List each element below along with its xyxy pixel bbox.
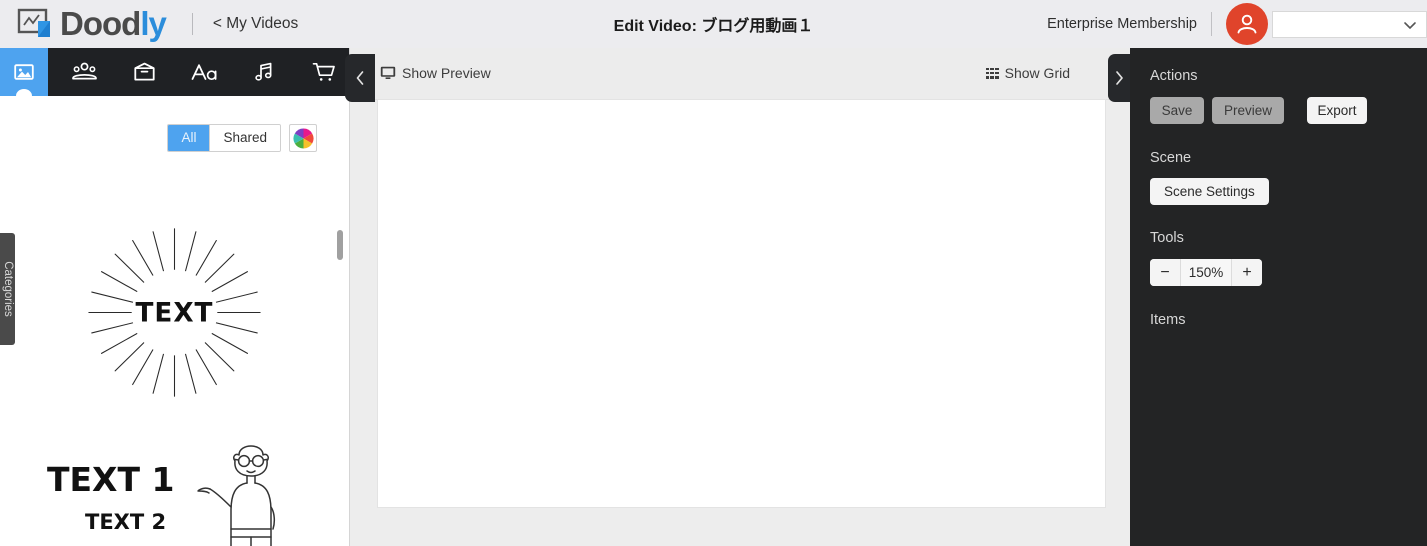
text-aa-icon bbox=[191, 64, 217, 81]
tab-strip-gap bbox=[168, 48, 180, 96]
chevron-left-icon bbox=[356, 71, 364, 85]
doodly-logo-text: Doodly bbox=[60, 5, 167, 43]
library-tab-music[interactable] bbox=[240, 48, 288, 96]
show-grid-label: Show Grid bbox=[1004, 65, 1070, 81]
shopping-cart-icon bbox=[312, 62, 335, 81]
show-preview-label: Show Preview bbox=[402, 65, 491, 81]
list-item[interactable]: TEXT bbox=[77, 223, 272, 403]
monitor-icon bbox=[380, 66, 396, 79]
svg-text:TEXT 2: TEXT 2 bbox=[85, 510, 166, 534]
avatar[interactable] bbox=[1226, 3, 1268, 45]
library-tab-images[interactable] bbox=[0, 48, 48, 96]
scene-settings-button[interactable]: Scene Settings bbox=[1150, 178, 1269, 205]
chevron-down-icon bbox=[1404, 21, 1416, 29]
user-avatar-icon bbox=[1237, 14, 1257, 34]
svg-text:TEXT 1: TEXT 1 bbox=[47, 460, 174, 499]
music-note-icon bbox=[255, 62, 272, 81]
library-tab-characters[interactable] bbox=[60, 48, 108, 96]
filter-option-all[interactable]: All bbox=[168, 125, 210, 151]
zoom-stepper: − 150% + bbox=[1150, 259, 1262, 286]
color-wheel-icon bbox=[293, 128, 313, 148]
library-asset-list: TEXT TEXT 1 TEXT 2 bbox=[15, 158, 335, 546]
people-group-icon bbox=[71, 62, 97, 80]
save-button[interactable]: Save bbox=[1150, 97, 1204, 124]
tab-strip-gap bbox=[108, 48, 120, 96]
filter-option-shared[interactable]: Shared bbox=[209, 125, 280, 151]
svg-text:TEXT: TEXT bbox=[136, 298, 214, 328]
grid-icon bbox=[985, 67, 999, 79]
library-tab-props[interactable] bbox=[120, 48, 168, 96]
stage-area: Show Preview Show Grid bbox=[350, 48, 1130, 546]
list-item[interactable]: TEXT 1 TEXT 2 bbox=[37, 433, 312, 546]
chevron-right-icon bbox=[1115, 71, 1123, 85]
library-filter-segmented: All Shared bbox=[167, 124, 281, 152]
library-tab-text[interactable] bbox=[180, 48, 228, 96]
library-filter-row: All Shared bbox=[167, 124, 317, 152]
tools-heading: Tools bbox=[1150, 230, 1184, 246]
stage-toolbar: Show Preview Show Grid bbox=[350, 48, 1130, 102]
topbar-right-group: Enterprise Membership bbox=[1047, 0, 1427, 48]
top-bar: Doodly < My Videos Edit Video: ブログ用動画１ E… bbox=[0, 0, 1427, 48]
topbar-divider bbox=[191, 13, 193, 35]
doodly-logo[interactable]: Doodly bbox=[16, 5, 167, 43]
video-canvas[interactable] bbox=[377, 99, 1106, 508]
library-tab-strip bbox=[0, 48, 349, 96]
tab-strip-gap bbox=[288, 48, 300, 96]
library-tab-store[interactable] bbox=[300, 48, 348, 96]
expand-right-panel-button[interactable] bbox=[1108, 54, 1130, 102]
library-scrollbar-thumb[interactable] bbox=[337, 230, 343, 260]
zoom-control-group: − 150% + bbox=[1150, 259, 1262, 286]
zoom-level-value[interactable]: 150% bbox=[1180, 259, 1232, 286]
scene-button-row: Scene Settings bbox=[1150, 178, 1269, 205]
show-preview-button[interactable]: Show Preview bbox=[380, 65, 491, 81]
doodly-whiteboard-icon bbox=[16, 7, 54, 41]
actions-button-row: Save Preview Export bbox=[1150, 97, 1367, 124]
actions-heading: Actions bbox=[1150, 68, 1198, 84]
library-scrollbar-track[interactable] bbox=[336, 158, 344, 546]
show-grid-button[interactable]: Show Grid bbox=[985, 65, 1070, 81]
box-icon bbox=[133, 62, 155, 81]
categories-tab-label: Categories bbox=[1, 261, 14, 317]
topbar-right-divider bbox=[1211, 12, 1212, 36]
my-videos-link[interactable]: < My Videos bbox=[213, 15, 298, 33]
collapse-library-button[interactable] bbox=[345, 54, 375, 102]
logo-text-ly: ly bbox=[140, 5, 167, 42]
sunburst-text-asset: TEXT bbox=[88, 228, 261, 397]
tab-strip-gap bbox=[228, 48, 240, 96]
user-account-select[interactable] bbox=[1272, 10, 1427, 38]
right-panel: Actions Save Preview Export Scene Scene … bbox=[1130, 48, 1427, 546]
membership-label: Enterprise Membership bbox=[1047, 16, 1197, 32]
doodly-editor-window: Doodly < My Videos Edit Video: ブログ用動画１ E… bbox=[0, 0, 1427, 546]
tab-strip-gap bbox=[48, 48, 60, 96]
export-button[interactable]: Export bbox=[1307, 97, 1367, 124]
text1-text2-character-asset: TEXT 1 TEXT 2 bbox=[47, 445, 276, 546]
zoom-out-button[interactable]: − bbox=[1150, 259, 1180, 286]
color-wheel-button[interactable] bbox=[289, 124, 317, 152]
scene-heading: Scene bbox=[1150, 150, 1192, 166]
items-heading: Items bbox=[1150, 312, 1186, 328]
library-panel: Categories All Shared TEXT TEXT 1 TEXT 2 bbox=[0, 48, 350, 546]
categories-tab[interactable]: Categories bbox=[0, 233, 15, 345]
logo-text-dood: Dood bbox=[60, 5, 141, 42]
zoom-in-button[interactable]: + bbox=[1232, 259, 1262, 286]
preview-button[interactable]: Preview bbox=[1212, 97, 1284, 124]
image-icon bbox=[14, 64, 34, 80]
